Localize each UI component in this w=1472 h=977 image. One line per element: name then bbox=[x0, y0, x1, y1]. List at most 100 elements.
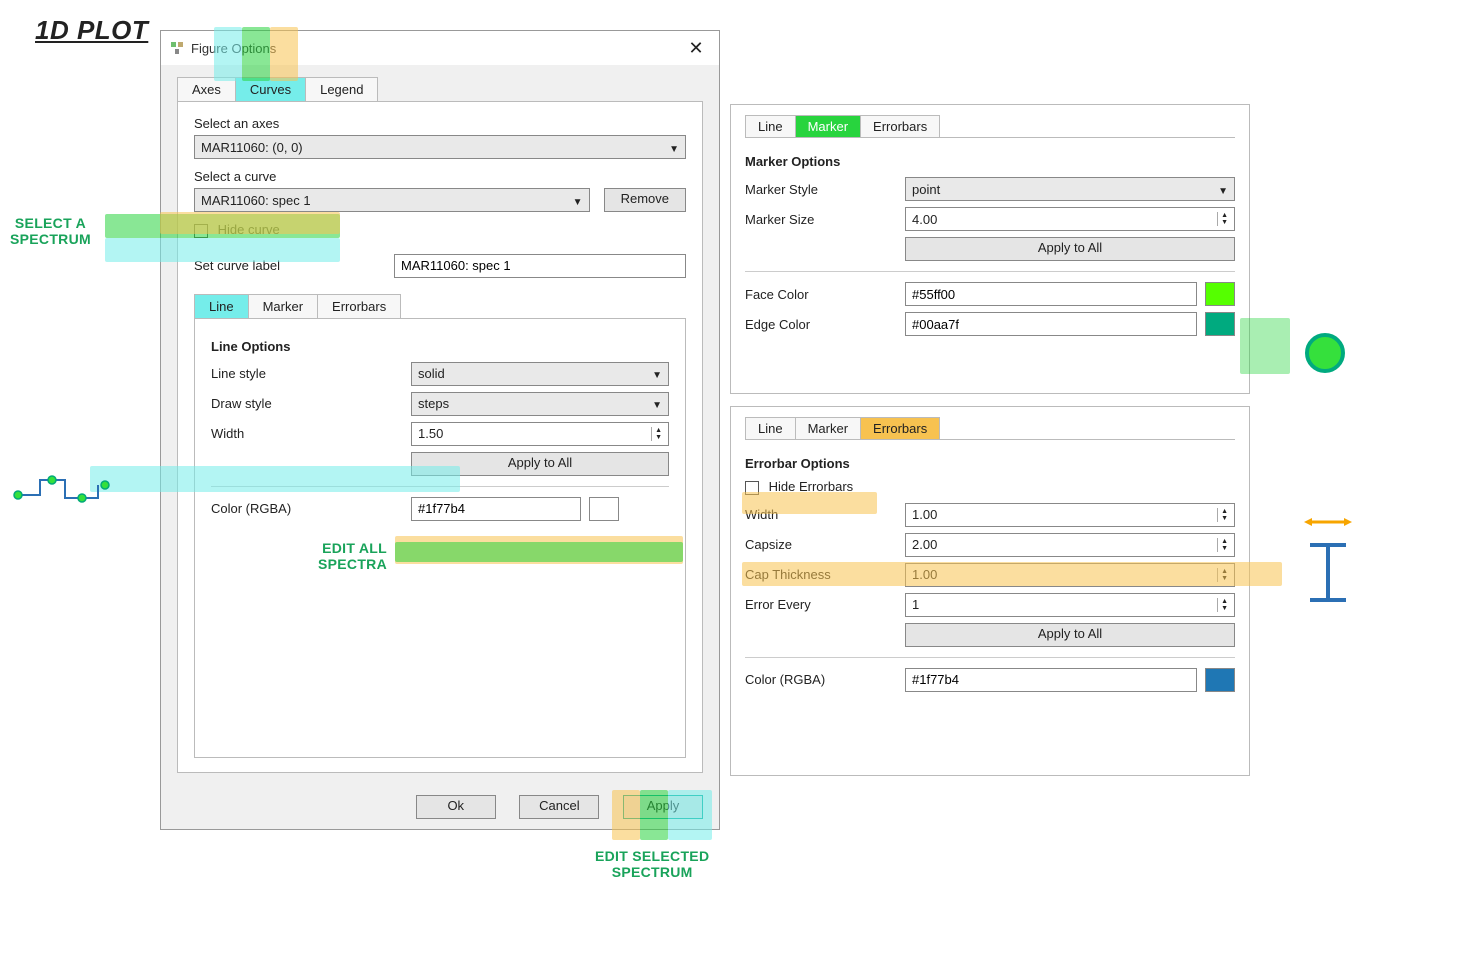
face-color-swatch[interactable] bbox=[1205, 282, 1235, 306]
annotation-select-spectrum: SELECT A SPECTRUM bbox=[10, 215, 91, 247]
hide-curve-checkbox[interactable] bbox=[194, 224, 208, 238]
chevron-down-icon bbox=[1212, 182, 1228, 197]
tab-legend[interactable]: Legend bbox=[305, 77, 378, 101]
marker-glyph-icon bbox=[1300, 328, 1350, 378]
error-width-label: Width bbox=[745, 507, 905, 522]
annotation-edit-all: EDIT ALL SPECTRA bbox=[277, 540, 387, 572]
error-every-label: Error Every bbox=[745, 597, 905, 612]
line-style-dropdown[interactable]: solid bbox=[411, 362, 669, 386]
marker-size-label: Marker Size bbox=[745, 212, 905, 227]
draw-style-value: steps bbox=[418, 396, 449, 411]
divider bbox=[745, 271, 1235, 272]
marker-size-spinner[interactable]: 4.00 ▲▼ bbox=[905, 207, 1235, 231]
error-tab-marker[interactable]: Marker bbox=[795, 417, 861, 439]
select-curve-value: MAR11060: spec 1 bbox=[201, 193, 311, 208]
page-title: 1D PLOT bbox=[35, 15, 148, 46]
line-color-label: Color (RGBA) bbox=[211, 501, 411, 516]
marker-tab-line[interactable]: Line bbox=[745, 115, 796, 137]
error-every-value: 1 bbox=[912, 597, 1217, 612]
errorbar-options-heading: Errorbar Options bbox=[745, 456, 1235, 471]
error-width-spinner[interactable]: 1.00 ▲▼ bbox=[905, 503, 1235, 527]
error-color-swatch[interactable] bbox=[1205, 668, 1235, 692]
marker-tab-marker[interactable]: Marker bbox=[795, 115, 861, 137]
draw-style-label: Draw style bbox=[211, 396, 411, 411]
marker-tab-errorbars[interactable]: Errorbars bbox=[860, 115, 940, 137]
tab-curves[interactable]: Curves bbox=[235, 77, 306, 101]
divider bbox=[211, 486, 669, 487]
tab-axes[interactable]: Axes bbox=[177, 77, 236, 101]
annotation-edit-selected: EDIT SELECTED SPECTRUM bbox=[595, 848, 709, 880]
edge-color-swatch[interactable] bbox=[1205, 312, 1235, 336]
line-options-heading: Line Options bbox=[211, 339, 669, 354]
cancel-button[interactable]: Cancel bbox=[519, 795, 599, 819]
subtab-line[interactable]: Line bbox=[194, 294, 249, 318]
capthick-spinner[interactable]: 1.00 ▲▼ bbox=[905, 563, 1235, 587]
line-width-spinner[interactable]: 1.50 ▲▼ bbox=[411, 422, 669, 446]
line-style-value: solid bbox=[418, 366, 445, 381]
face-color-label: Face Color bbox=[745, 287, 905, 302]
error-color-label: Color (RGBA) bbox=[745, 672, 905, 687]
line-color-input[interactable] bbox=[411, 497, 581, 521]
set-curve-label-label: Set curve label bbox=[194, 258, 394, 273]
figure-options-dialog: Figure Options ✕ Axes Curves Legend Sele… bbox=[160, 30, 720, 830]
capsize-label: Capsize bbox=[745, 537, 905, 552]
capsize-spinner[interactable]: 2.00 ▲▼ bbox=[905, 533, 1235, 557]
error-color-input[interactable] bbox=[905, 668, 1197, 692]
hide-curve-label: Hide curve bbox=[218, 222, 280, 237]
select-curve-dropdown[interactable]: MAR11060: spec 1 bbox=[194, 188, 590, 212]
face-color-input[interactable] bbox=[905, 282, 1197, 306]
chevron-down-icon bbox=[646, 366, 662, 381]
select-curve-label: Select a curve bbox=[194, 169, 394, 184]
tab-curves-label: Curves bbox=[250, 82, 291, 97]
remove-button[interactable]: Remove bbox=[604, 188, 686, 212]
edge-color-label: Edge Color bbox=[745, 317, 905, 332]
curves-panel: Select an axes MAR11060: (0, 0) Select a… bbox=[177, 101, 703, 773]
marker-style-label: Marker Style bbox=[745, 182, 905, 197]
line-apply-all-button[interactable]: Apply to All bbox=[411, 452, 669, 476]
hide-errorbars-label: Hide Errorbars bbox=[769, 479, 854, 494]
dialog-footer: Ok Cancel Apply bbox=[161, 785, 719, 829]
figure-options-icon bbox=[169, 40, 185, 56]
spinner-buttons[interactable]: ▲▼ bbox=[1217, 598, 1228, 612]
marker-style-dropdown[interactable]: point bbox=[905, 177, 1235, 201]
subtab-marker[interactable]: Marker bbox=[248, 294, 318, 318]
marker-panel: Line Marker Errorbars Marker Options Mar… bbox=[730, 104, 1250, 394]
spinner-buttons[interactable]: ▲▼ bbox=[1217, 212, 1228, 226]
capthick-value: 1.00 bbox=[912, 567, 1217, 582]
dialog-title: Figure Options bbox=[191, 41, 681, 56]
apply-button[interactable]: Apply bbox=[623, 795, 703, 819]
line-options-panel: Line Options Line style solid Draw style… bbox=[194, 318, 686, 758]
spinner-buttons[interactable]: ▲▼ bbox=[1217, 538, 1228, 552]
marker-style-value: point bbox=[912, 182, 940, 197]
divider bbox=[745, 657, 1235, 658]
subtab-errorbars[interactable]: Errorbars bbox=[317, 294, 401, 318]
select-axes-value: MAR11060: (0, 0) bbox=[201, 140, 303, 155]
chevron-down-icon bbox=[646, 396, 662, 411]
marker-options-heading: Marker Options bbox=[745, 154, 1235, 169]
spinner-buttons[interactable]: ▲▼ bbox=[1217, 568, 1228, 582]
marker-apply-all-button[interactable]: Apply to All bbox=[905, 237, 1235, 261]
line-color-swatch[interactable] bbox=[589, 497, 619, 521]
error-tab-errorbars[interactable]: Errorbars bbox=[860, 417, 940, 439]
spinner-buttons[interactable]: ▲▼ bbox=[1217, 508, 1228, 522]
step-glyph-icon bbox=[10, 460, 110, 510]
select-axes-label: Select an axes bbox=[194, 116, 394, 131]
error-tab-line[interactable]: Line bbox=[745, 417, 796, 439]
line-style-label: Line style bbox=[211, 366, 411, 381]
error-apply-all-button[interactable]: Apply to All bbox=[905, 623, 1235, 647]
ok-button[interactable]: Ok bbox=[416, 795, 496, 819]
line-width-label: Width bbox=[211, 426, 411, 441]
capsize-value: 2.00 bbox=[912, 537, 1217, 552]
select-axes-dropdown[interactable]: MAR11060: (0, 0) bbox=[194, 135, 686, 159]
capthick-label: Cap Thickness bbox=[745, 567, 905, 582]
close-icon[interactable]: ✕ bbox=[681, 38, 711, 59]
hide-errorbars-checkbox[interactable] bbox=[745, 481, 759, 495]
marker-size-value: 4.00 bbox=[912, 212, 1217, 227]
draw-style-dropdown[interactable]: steps bbox=[411, 392, 669, 416]
edge-color-input[interactable] bbox=[905, 312, 1197, 336]
titlebar: Figure Options ✕ bbox=[161, 31, 719, 65]
error-every-spinner[interactable]: 1 ▲▼ bbox=[905, 593, 1235, 617]
set-curve-label-input[interactable] bbox=[394, 254, 686, 278]
chevron-down-icon bbox=[567, 193, 583, 208]
spinner-buttons[interactable]: ▲▼ bbox=[651, 427, 662, 441]
